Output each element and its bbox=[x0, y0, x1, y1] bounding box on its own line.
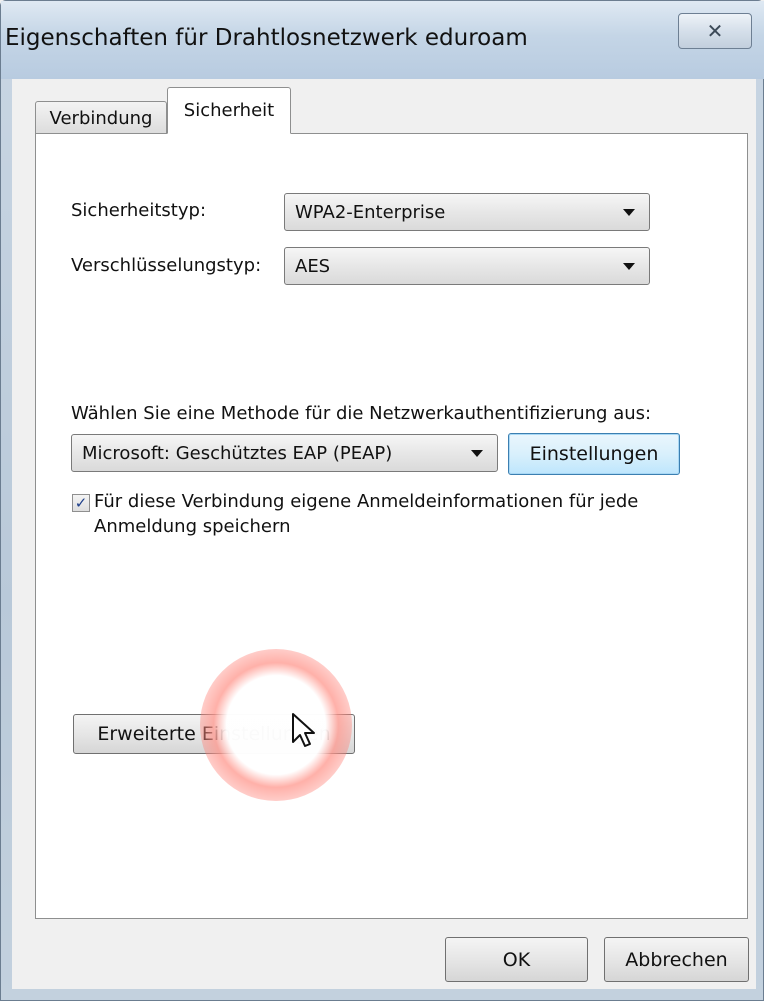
tab-verbindung[interactable]: Verbindung bbox=[35, 101, 167, 134]
settings-button[interactable]: Einstellungen bbox=[508, 433, 680, 475]
cancel-button[interactable]: Abbrechen bbox=[604, 937, 749, 982]
auth-method-select[interactable]: Microsoft: Geschütztes EAP (PEAP) bbox=[71, 434, 498, 472]
close-button[interactable]: ✕ bbox=[678, 13, 752, 49]
window-title: Eigenschaften für Drahtlosnetzwerk eduro… bbox=[5, 25, 528, 51]
mouse-cursor-icon bbox=[291, 712, 315, 752]
chevron-down-icon bbox=[623, 262, 635, 270]
chevron-down-icon bbox=[623, 208, 635, 216]
encryption-type-select[interactable]: AES bbox=[284, 247, 650, 285]
auth-method-label: Wählen Sie eine Methode für die Netzwerk… bbox=[71, 403, 652, 424]
encryption-type-value: AES bbox=[295, 255, 331, 277]
auth-method-value: Microsoft: Geschütztes EAP (PEAP) bbox=[82, 442, 393, 464]
remember-credentials-label: Für diese Verbindung eigene Anmeldeinfor… bbox=[94, 491, 639, 537]
close-icon: ✕ bbox=[706, 19, 724, 43]
ok-button[interactable]: OK bbox=[445, 937, 588, 982]
security-type-value: WPA2-Enterprise bbox=[295, 201, 446, 223]
remember-credentials-checkbox[interactable]: ✓ bbox=[72, 494, 90, 512]
encryption-type-label: Verschlüsselungstyp: bbox=[71, 255, 262, 276]
chevron-down-icon bbox=[471, 449, 483, 457]
dialog-window: Eigenschaften für Drahtlosnetzwerk eduro… bbox=[0, 0, 764, 1001]
tab-label: Verbindung bbox=[49, 107, 153, 129]
title-bar[interactable]: Eigenschaften für Drahtlosnetzwerk eduro… bbox=[1, 1, 764, 79]
security-type-label: Sicherheitstyp: bbox=[71, 200, 207, 221]
tab-sicherheit[interactable]: Sicherheit bbox=[167, 87, 291, 134]
security-type-select[interactable]: WPA2-Enterprise bbox=[284, 193, 650, 231]
checkmark-icon: ✓ bbox=[74, 493, 88, 512]
tab-label: Sicherheit bbox=[183, 100, 275, 121]
